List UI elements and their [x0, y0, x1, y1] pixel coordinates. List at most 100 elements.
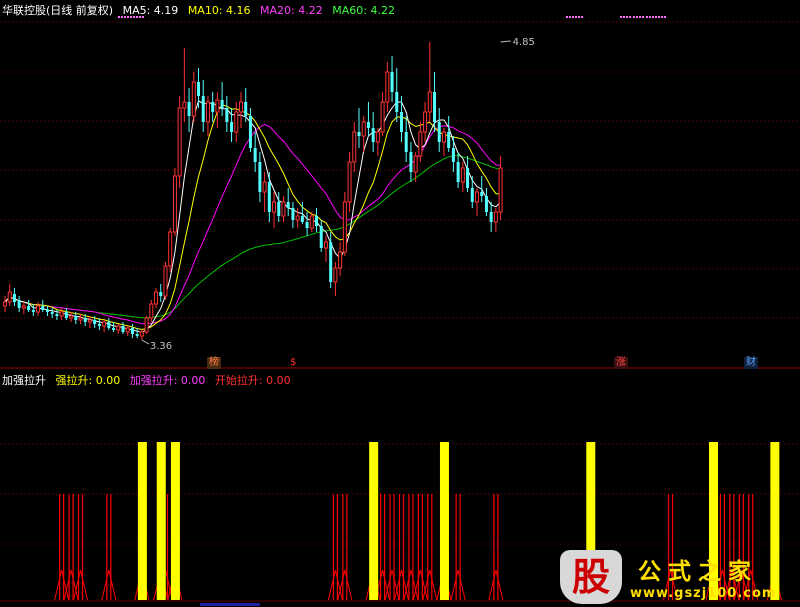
candle [427, 42, 432, 122]
candle [437, 108, 441, 152]
candle [64, 308, 68, 320]
start-signal [488, 494, 504, 601]
strong-bar [369, 442, 379, 600]
limit-dot [626, 16, 628, 18]
candle-body [149, 303, 154, 319]
candle-body [291, 208, 295, 220]
candle [130, 324, 134, 338]
start-signal [101, 494, 117, 601]
ma10-line [4, 104, 501, 330]
candle-body [267, 182, 271, 212]
candle-body [187, 102, 191, 116]
marker-zhang[interactable]: 涨 [614, 357, 628, 369]
candle [36, 302, 41, 316]
start-fan [457, 569, 466, 601]
candle [27, 300, 31, 312]
candle [493, 208, 498, 232]
annotation-leader [500, 40, 511, 43]
limit-dot [569, 16, 571, 18]
candle [281, 196, 286, 222]
candle [41, 300, 45, 312]
watermark-url: www.gszj100.com [630, 586, 777, 601]
candle-body [83, 318, 87, 322]
candle-body [262, 181, 267, 193]
candle-body [234, 111, 239, 133]
start-signal [337, 494, 353, 601]
candle-body [139, 331, 144, 337]
watermark-logo: 股 公式之家 www.gszj100.com [560, 550, 800, 607]
start-fan [327, 569, 336, 601]
candles[interactable] [3, 42, 503, 340]
candle-body [135, 334, 139, 336]
candle [78, 314, 83, 324]
candle-body [470, 188, 474, 202]
candle [225, 96, 229, 132]
candle-body [220, 100, 224, 108]
candle [211, 92, 215, 122]
candle [12, 288, 16, 306]
ma60-line [4, 155, 501, 319]
start-fan [80, 569, 89, 601]
candle [315, 208, 319, 232]
candle-body [404, 132, 408, 152]
start-fan [344, 569, 353, 601]
candle-body [489, 212, 493, 222]
candle-body [50, 312, 54, 314]
candle-body [201, 96, 205, 122]
candle [50, 308, 54, 318]
candle-body [323, 241, 328, 249]
candle [168, 228, 173, 272]
high-label: 4.85 [513, 37, 535, 48]
candle [380, 92, 385, 136]
candle [121, 322, 125, 334]
marker-bang[interactable]: 榜 [207, 357, 221, 369]
limit-dot [664, 16, 666, 18]
candle-body [286, 202, 290, 208]
candle [460, 162, 465, 192]
candle-body [357, 132, 361, 136]
candle-body [125, 327, 130, 333]
start-fan [101, 569, 110, 601]
candle-body [390, 72, 394, 92]
candle-body [172, 175, 177, 233]
candle-body [413, 155, 418, 173]
candle [272, 192, 277, 228]
candle [357, 108, 361, 148]
candle-body [154, 291, 159, 305]
limit-dot [652, 16, 654, 18]
kline-chart[interactable]: 4.85 3.36 [0, 0, 800, 607]
candle-body [211, 102, 215, 112]
candle [163, 262, 168, 300]
stock-title: 华联控股(日线 前复权) [2, 4, 114, 17]
candle-body [427, 91, 432, 113]
candle-body [305, 222, 309, 228]
scroll-indicator [200, 603, 260, 606]
candle-body [130, 328, 134, 334]
candle-body [21, 305, 26, 309]
start-signal [384, 494, 400, 601]
candle-body [399, 112, 403, 132]
candle-body [277, 202, 281, 216]
ma5-line [4, 100, 501, 333]
candle-body [361, 121, 366, 137]
candle-body [116, 325, 121, 331]
candle-body [437, 122, 441, 142]
candle-body [121, 326, 125, 332]
marker-dollar[interactable]: $ [288, 357, 298, 369]
marker-cai[interactable]: 财 [744, 357, 758, 369]
candle [277, 192, 281, 222]
start-fan [488, 569, 497, 601]
watermark-glyph: 股 [560, 550, 622, 604]
candle-body [272, 201, 277, 213]
candle-body [366, 122, 370, 128]
limit-dot [646, 16, 648, 18]
candle-body [159, 292, 163, 296]
limit-dot [572, 16, 574, 18]
candle-body [480, 192, 484, 196]
candle-body [315, 216, 319, 226]
start-signal [327, 494, 343, 601]
candle [286, 188, 290, 216]
candle [333, 262, 338, 296]
candle-body [87, 319, 92, 323]
candle [258, 152, 262, 202]
